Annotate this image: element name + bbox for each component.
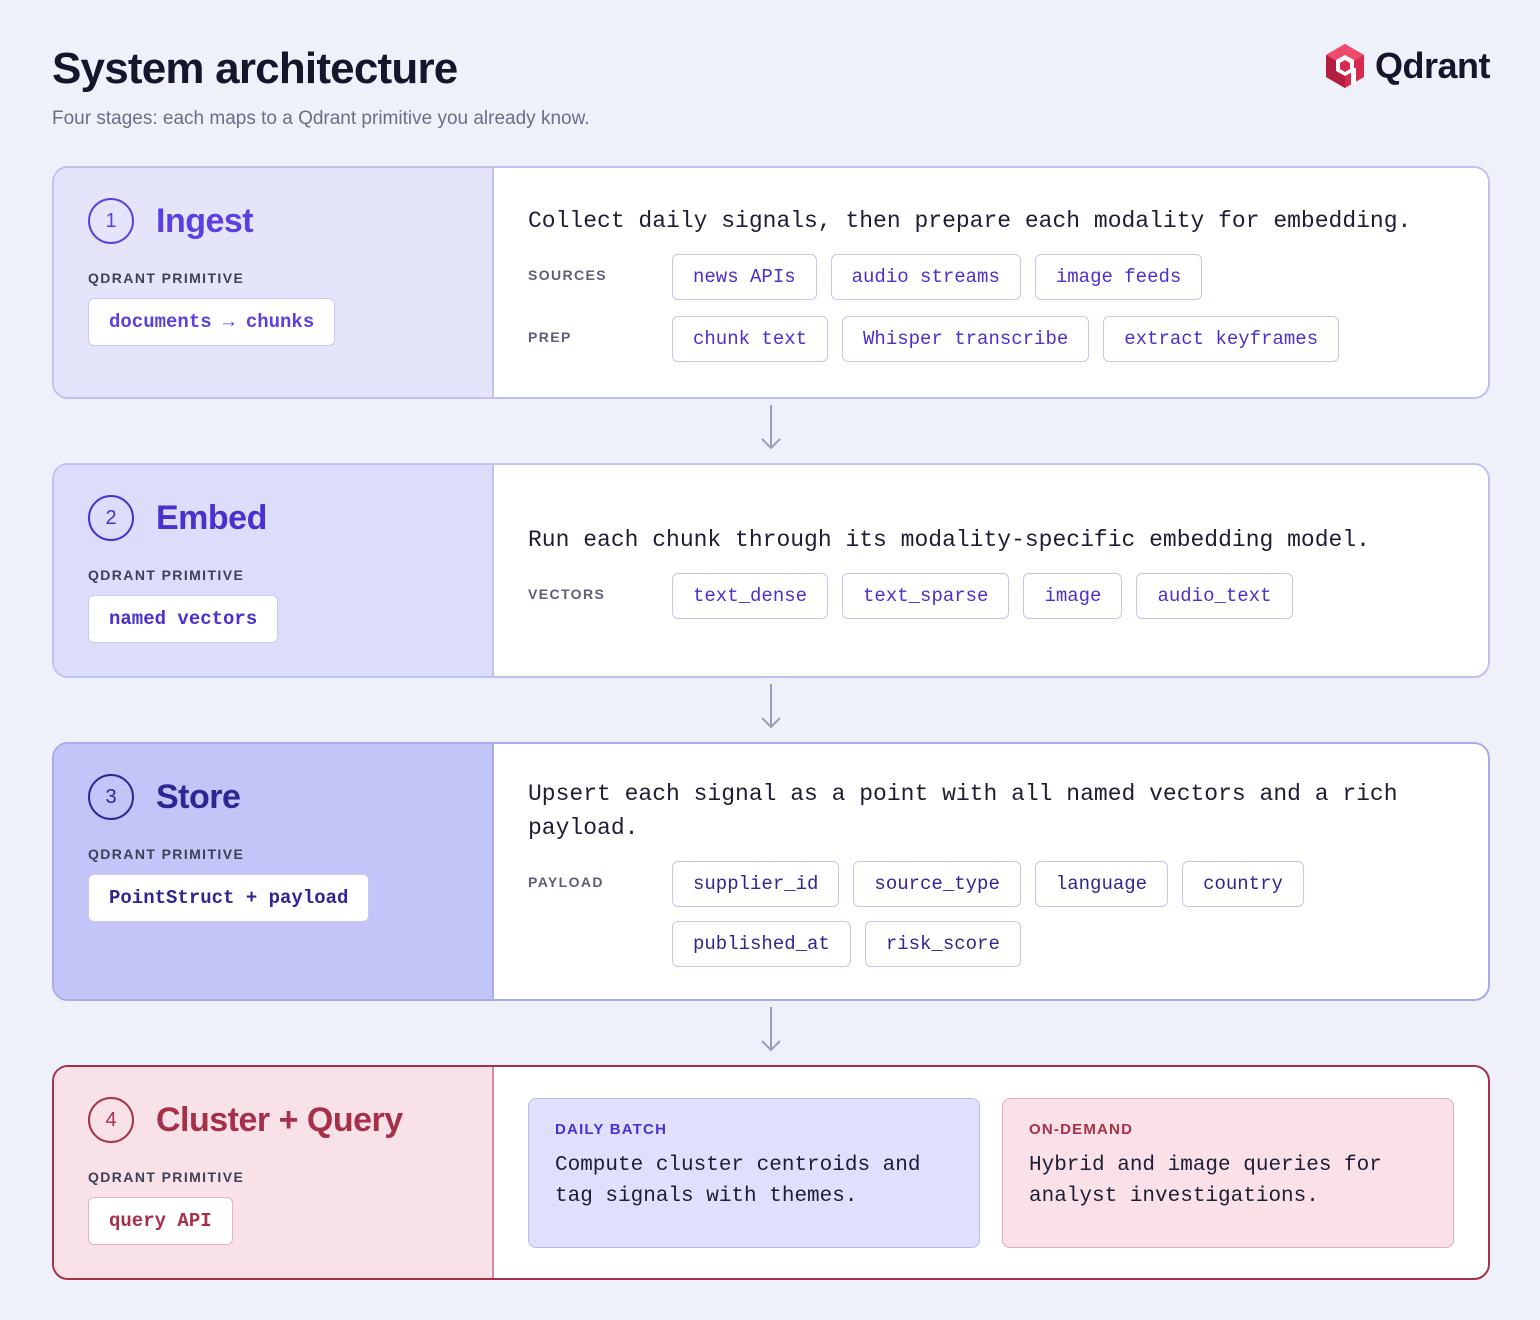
stage-description: Upsert each signal as a point with all n… [528,780,1398,841]
primitive-badge: named vectors [88,595,279,643]
stage-embed-detail: Run each chunk through its modality-spec… [494,465,1488,676]
stage-title: Store [156,777,241,816]
stage-title: Ingest [156,201,254,240]
chip: source_type [853,860,1021,907]
card-text: Hybrid and image queries for analyst inv… [1029,1153,1382,1208]
qdrant-cube-icon [1325,44,1364,88]
chip: country [1182,860,1304,907]
chip: news APIs [672,253,817,300]
arrow-down-icon [761,684,781,729]
chip: audio streams [830,253,1021,300]
stage-number: 2 [88,495,134,541]
stage-cluster-query-summary: 4 Cluster + Query QDRANT PRIMITIVE query… [54,1067,494,1278]
daily-batch-card: DAILY BATCH Compute cluster centroids an… [528,1097,980,1248]
stage-embed-summary: 2 Embed QDRANT PRIMITIVE named vectors [54,465,494,676]
stage-description: Collect daily signals, then prepare each… [528,207,1412,234]
chip: published_at [672,920,851,967]
primitive-label: QDRANT PRIMITIVE [88,270,245,286]
logo-text: Qdrant [1374,45,1491,86]
row-label: PAYLOAD [528,873,604,890]
stage-ingest: 1 Ingest QDRANT PRIMITIVE documents → ch… [52,166,1490,399]
stage-number: 4 [88,1097,134,1143]
stage-title: Cluster + Query [156,1100,403,1139]
card-label: DAILY BATCH [555,1120,668,1138]
stage-store: 3 Store QDRANT PRIMITIVE PointStruct + p… [52,742,1490,1001]
qdrant-logo: Qdrant [1323,42,1491,90]
primitive-label: QDRANT PRIMITIVE [88,846,245,862]
primitive-badge: documents → chunks [88,298,336,346]
chip: supplier_id [672,860,840,907]
row-label: PREP [528,328,572,345]
row-vectors: VECTORS text_dense text_sparse image aud… [528,572,1454,619]
stage-ingest-summary: 1 Ingest QDRANT PRIMITIVE documents → ch… [54,168,494,397]
primitive-badge: PointStruct + payload [88,874,370,922]
chip: risk_score [864,920,1021,967]
arrow-down-icon [761,405,781,450]
stage-store-detail: Upsert each signal as a point with all n… [494,744,1488,999]
chip: chunk text [672,315,829,362]
chip: text_dense [672,572,829,619]
header: System architecture Four stages: each ma… [52,44,590,130]
primitive-label: QDRANT PRIMITIVE [88,1169,245,1185]
card-text: Compute cluster centroids and tag signal… [555,1153,921,1208]
stage-number: 1 [88,198,134,244]
stage-cluster-query: 4 Cluster + Query QDRANT PRIMITIVE query… [52,1065,1490,1280]
stage-description: Run each chunk through its modality-spec… [528,526,1370,553]
row-payload: PAYLOAD supplier_id source_type language… [528,860,1454,967]
chip: extract keyframes [1103,315,1340,362]
row-sources: SOURCES news APIs audio streams image fe… [528,253,1454,300]
page-subtitle: Four stages: each maps to a Qdrant primi… [52,108,590,129]
stage-cluster-query-detail: DAILY BATCH Compute cluster centroids an… [494,1067,1488,1278]
card-label: ON-DEMAND [1029,1120,1134,1138]
chip: language [1034,860,1169,907]
row-label: SOURCES [528,266,608,283]
chip: text_sparse [842,572,1010,619]
stage-embed: 2 Embed QDRANT PRIMITIVE named vectors R… [52,463,1490,678]
stage-number: 3 [88,774,134,820]
stage-ingest-detail: Collect daily signals, then prepare each… [494,168,1488,397]
chip: audio_text [1136,572,1293,619]
row-label: VECTORS [528,585,606,602]
stage-store-summary: 3 Store QDRANT PRIMITIVE PointStruct + p… [54,744,494,999]
chip: image [1023,572,1123,619]
stage-title: Embed [156,498,267,537]
page-title: System architecture [52,44,458,93]
row-prep: PREP chunk text Whisper transcribe extra… [528,315,1454,362]
primitive-badge: query API [88,1197,233,1245]
chip: image feeds [1034,253,1203,300]
primitive-label: QDRANT PRIMITIVE [88,567,245,583]
arrow-down-icon [761,1007,781,1052]
on-demand-card: ON-DEMAND Hybrid and image queries for a… [1002,1097,1454,1248]
chip: Whisper transcribe [842,315,1090,362]
